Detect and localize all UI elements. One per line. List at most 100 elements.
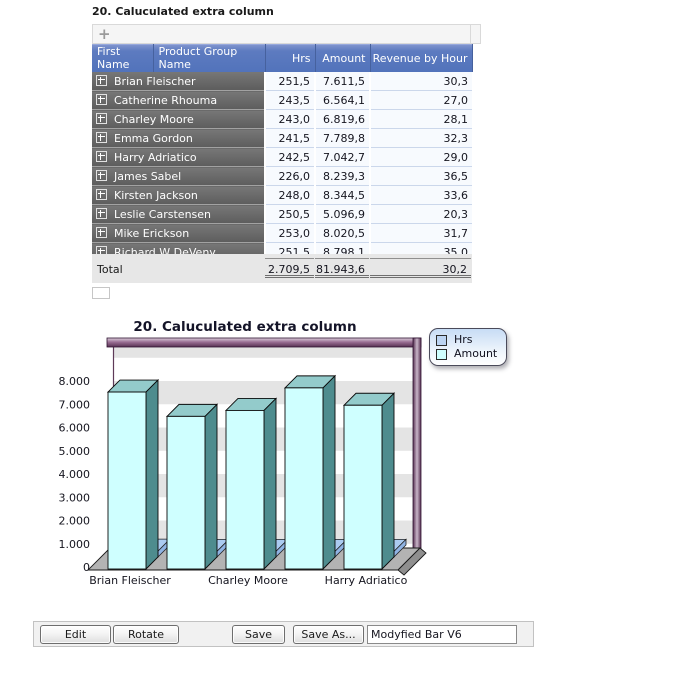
grid-toolbar: +	[92, 24, 481, 44]
table-row[interactable]: Leslie Carstensen250,55.096,920,3	[92, 205, 472, 224]
x-axis-category-label: Brian Fleischer	[89, 574, 171, 587]
row-revenue-by-hour-cell: 20,3	[370, 205, 472, 224]
amount-bar	[108, 392, 146, 569]
row-name-label: Charley Moore	[114, 113, 194, 126]
row-revenue-by-hour-cell: 27,0	[370, 91, 472, 110]
legend-item-amount: Amount	[436, 347, 497, 361]
row-revenue-by-hour-cell: 32,3	[370, 129, 472, 148]
table-row[interactable]: Charley Moore243,06.819,628,1	[92, 110, 472, 129]
expand-icon[interactable]	[96, 170, 107, 181]
row-amount-cell: 8.344,5	[315, 186, 370, 205]
expand-icon[interactable]	[96, 151, 107, 162]
row-name-label: Catherine Rhouma	[114, 94, 217, 107]
report-title: 20. Caluculated extra column	[92, 5, 274, 18]
row-hrs-cell: 251,5	[265, 72, 315, 91]
row-name-label: Mike Erickson	[114, 227, 189, 240]
row-hrs-cell: 242,5	[265, 148, 315, 167]
column-header-product-group-name[interactable]: Product Group Name	[153, 44, 265, 72]
amount-bar-side	[146, 380, 158, 569]
chart-legend: HrsAmount	[429, 328, 507, 366]
toolbar-divider	[470, 25, 471, 43]
row-name-cell: Emma Gordon	[92, 129, 265, 148]
y-axis-tick-label: 6.000	[59, 422, 91, 435]
amount-bar	[344, 405, 382, 569]
row-name-label: James Sabel	[114, 170, 181, 183]
column-header-amount[interactable]: Amount	[315, 44, 370, 72]
expand-icon[interactable]	[96, 227, 107, 238]
table-row[interactable]: Emma Gordon241,57.789,832,3	[92, 129, 472, 148]
legend-item-hrs: Hrs	[436, 333, 497, 347]
row-amount-cell: 6.819,6	[315, 110, 370, 129]
edit-button[interactable]: Edit	[40, 625, 111, 644]
row-hrs-cell: 226,0	[265, 167, 315, 186]
row-revenue-by-hour-cell: 31,7	[370, 224, 472, 243]
row-name-cell: James Sabel	[92, 167, 265, 186]
y-axis-tick-label: 1.000	[59, 538, 91, 551]
y-axis-tick-label: 5.000	[59, 445, 91, 458]
row-name-cell: Kirsten Jackson	[92, 186, 265, 205]
y-axis-tick-label: 8.000	[59, 375, 91, 388]
row-name-cell: Mike Erickson	[92, 224, 265, 243]
table-row[interactable]: Harry Adriatico242,57.042,729,0	[92, 148, 472, 167]
amount-bar	[285, 388, 323, 569]
table-row[interactable]: Brian Fleischer 251,57.611,530,3	[92, 72, 472, 91]
table-row[interactable]: Mike Erickson 253,08.020,531,7	[92, 224, 472, 243]
wall-band	[113, 347, 413, 358]
data-grid: First NameProduct Group NameHrsAmountRev…	[92, 44, 473, 281]
expand-icon[interactable]	[96, 94, 107, 105]
total-hrs-value: 2.709,5	[265, 258, 314, 278]
column-header-first-name[interactable]: First Name	[92, 44, 153, 72]
expand-icon[interactable]	[96, 113, 107, 124]
row-name-label: Brian Fleischer	[114, 75, 196, 88]
row-name-label: Harry Adriatico	[114, 151, 197, 164]
y-axis-tick-label: 0	[83, 561, 90, 574]
row-hrs-cell: 241,5	[265, 129, 315, 148]
row-name-label: Leslie Carstensen	[114, 208, 211, 221]
total-label: Total	[97, 263, 123, 276]
legend-label: Hrs	[454, 334, 473, 346]
row-hrs-cell: 253,0	[265, 224, 315, 243]
table-row[interactable]: Kirsten Jackson 248,08.344,533,6	[92, 186, 472, 205]
amount-bar-side	[382, 393, 394, 569]
rotate-button[interactable]: Rotate	[113, 625, 179, 644]
row-amount-cell: 6.564,1	[315, 91, 370, 110]
row-amount-cell: 7.042,7	[315, 148, 370, 167]
row-hrs-cell: 248,0	[265, 186, 315, 205]
save-as-button[interactable]: Save As...	[293, 625, 364, 644]
table-row[interactable]: James Sabel226,08.239,336,5	[92, 167, 472, 186]
column-header-hrs[interactable]: Hrs	[265, 44, 315, 72]
expand-icon[interactable]	[96, 189, 107, 200]
grid-total-row: Total 2.709,5 81.943,6 30,2	[92, 254, 472, 283]
amount-bar-side	[264, 398, 276, 569]
row-name-cell: Catherine Rhouma	[92, 91, 265, 110]
row-name-label: Kirsten Jackson	[114, 189, 198, 202]
y-axis-tick-label: 7.000	[59, 398, 91, 411]
add-column-icon[interactable]: +	[98, 26, 111, 42]
row-revenue-by-hour-cell: 33,6	[370, 186, 472, 205]
row-name-cell: Leslie Carstensen	[92, 205, 265, 224]
chart-frame-right	[413, 338, 421, 552]
row-amount-cell: 8.020,5	[315, 224, 370, 243]
row-revenue-by-hour-cell: 28,1	[370, 110, 472, 129]
total-revenue-by-hour-value: 30,2	[370, 258, 471, 278]
table-row[interactable]: Catherine Rhouma 243,56.564,127,0	[92, 91, 472, 110]
row-name-label: Emma Gordon	[114, 132, 193, 145]
row-name-cell: Brian Fleischer	[92, 72, 265, 91]
report-page: 20. Caluculated extra column + First Nam…	[0, 0, 683, 683]
chart-controls-bar: Edit Rotate Save Save As...	[33, 621, 534, 647]
expand-icon[interactable]	[96, 208, 107, 219]
expand-icon[interactable]	[96, 75, 107, 86]
save-button[interactable]: Save	[232, 625, 285, 644]
amount-bar	[226, 410, 264, 569]
legend-swatch-icon	[436, 349, 447, 360]
column-header-revenue-by-hour[interactable]: Revenue by Hour	[370, 44, 472, 72]
row-hrs-cell: 250,5	[265, 205, 315, 224]
chart-frame-top	[107, 338, 421, 347]
expand-icon[interactable]	[96, 132, 107, 143]
chart-name-input[interactable]	[367, 625, 517, 644]
row-amount-cell: 7.611,5	[315, 72, 370, 91]
row-hrs-cell: 243,5	[265, 91, 315, 110]
row-name-cell: Charley Moore	[92, 110, 265, 129]
x-axis-category-label: Charley Moore	[208, 574, 288, 587]
row-revenue-by-hour-cell: 30,3	[370, 72, 472, 91]
